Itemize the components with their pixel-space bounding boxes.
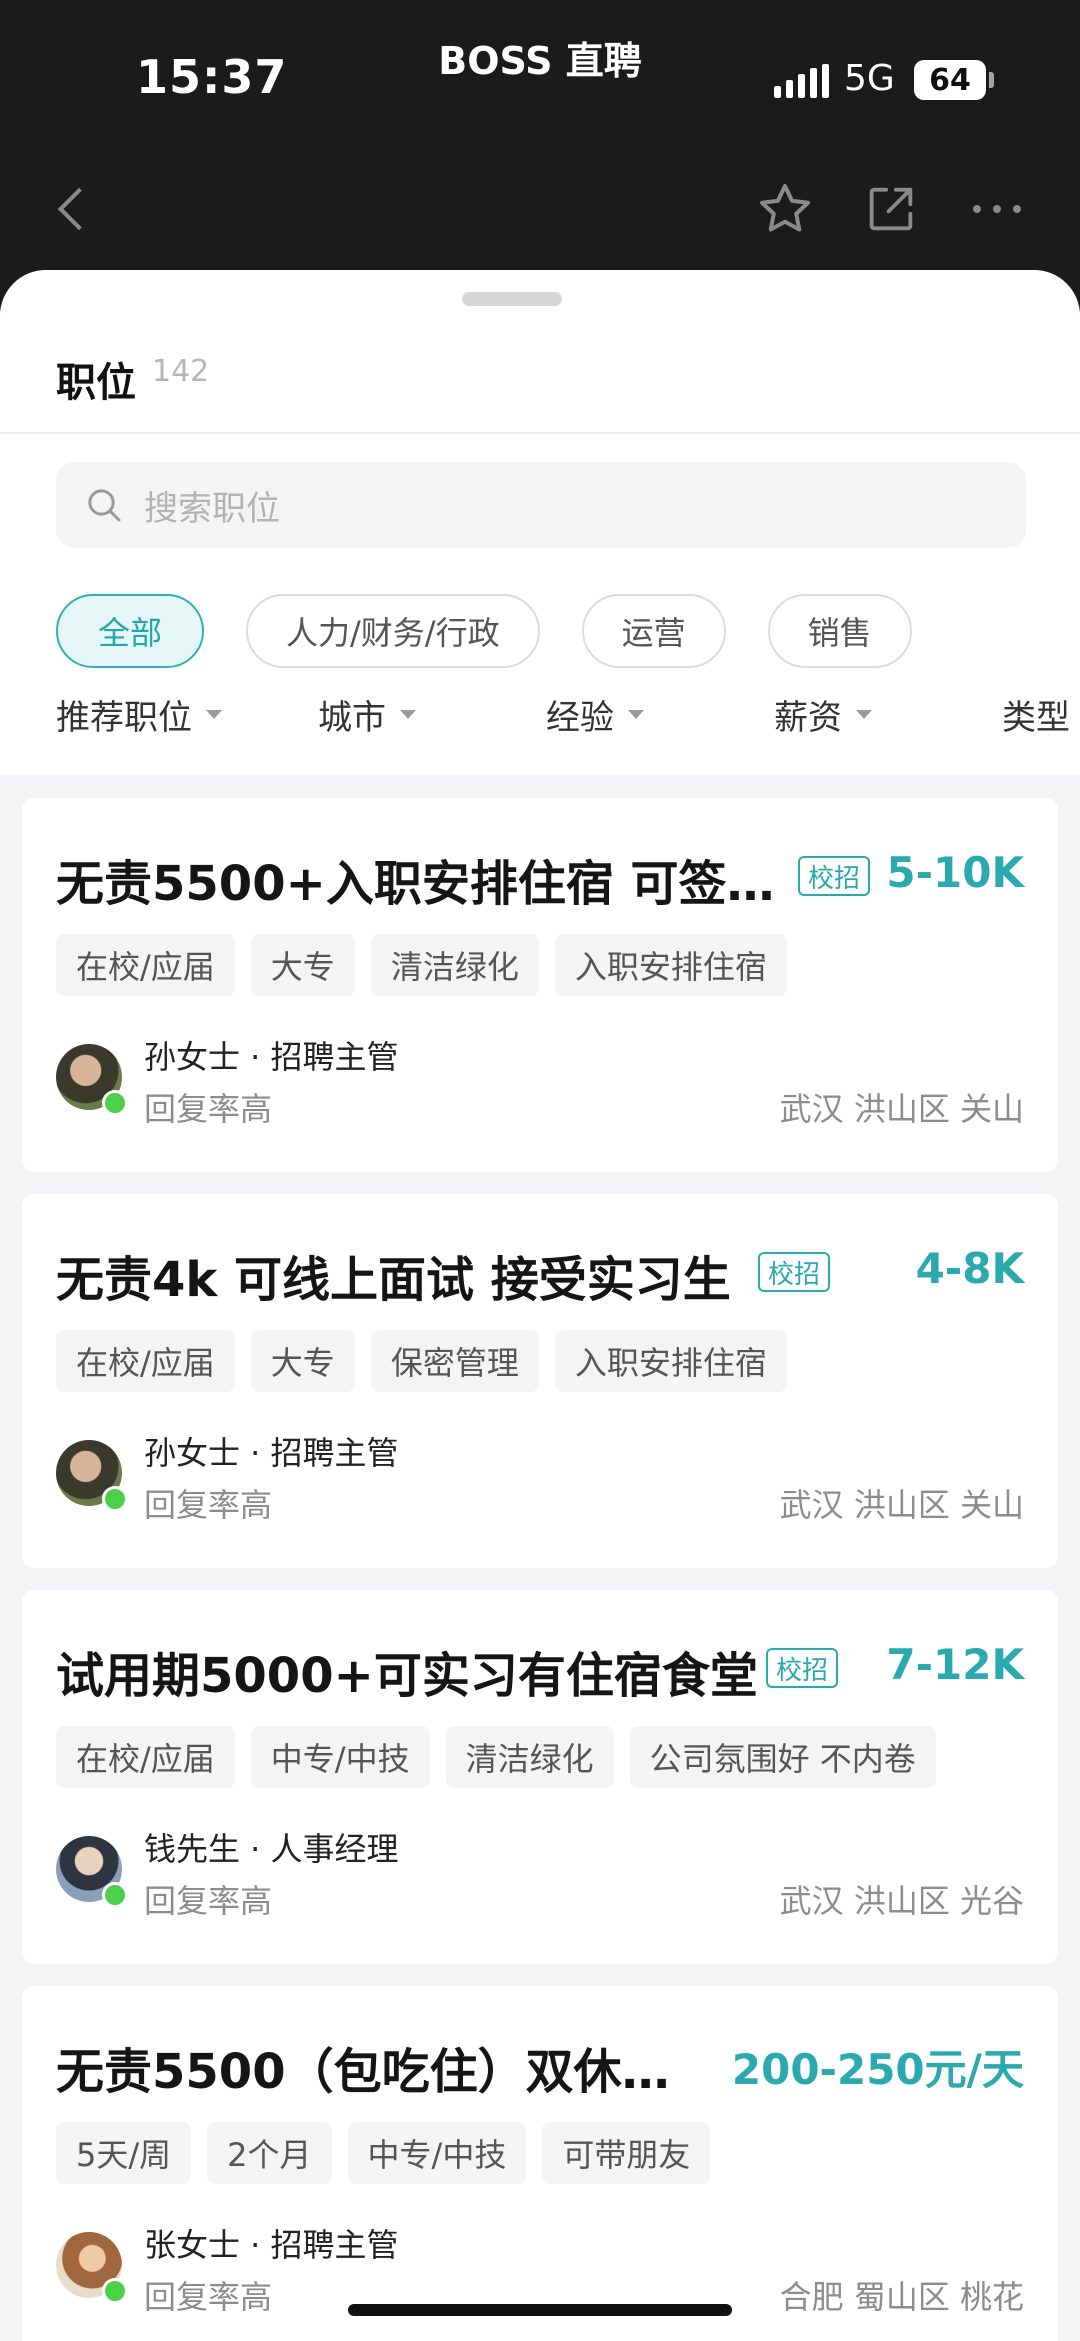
divider <box>0 432 1080 434</box>
job-tags: 在校/应届 大专 清洁绿化 入职安排住宿 <box>56 934 787 996</box>
job-card[interactable]: 无责5500（包吃住）双休… 200-250元/天 5天/周 2个月 中专/中技… <box>22 1986 1058 2341</box>
search-input[interactable]: 搜索职位 <box>56 462 1026 548</box>
recruiter-name: 孙女士 · 招聘主管 <box>144 1434 399 1472</box>
job-title: 无责5500（包吃住）双休… <box>56 2044 670 2100</box>
recruiter-name: 孙女士 · 招聘主管 <box>144 1038 399 1076</box>
job-tag: 公司氛围好 不内卷 <box>629 1726 936 1788</box>
status-bar: 15:37 BOSS 直聘 5G 64 <box>0 0 1080 150</box>
online-status-icon <box>102 1090 128 1116</box>
chip-sales[interactable]: 销售 <box>767 594 912 668</box>
job-tag: 5天/周 <box>56 2122 192 2184</box>
job-tag: 在校/应届 <box>56 1330 235 1392</box>
job-count: 142 <box>152 354 210 389</box>
caret-down-icon <box>856 710 872 719</box>
filter-label: 类型 <box>1002 698 1070 738</box>
job-title: 试用期5000+可实习有住宿食堂 <box>56 1648 758 1704</box>
job-tag: 入职安排住宿 <box>554 934 787 996</box>
job-tag: 大专 <box>250 1330 355 1392</box>
filter-experience[interactable]: 经验 <box>546 690 644 739</box>
job-tag: 中专/中技 <box>250 1726 430 1788</box>
signal-icon <box>774 64 829 98</box>
filter-recommended[interactable]: 推荐职位 <box>56 690 222 739</box>
nav-actions <box>752 176 1030 242</box>
reply-rate: 回复率高 <box>144 2278 273 2316</box>
online-status-icon <box>102 1486 128 1512</box>
search-icon <box>88 489 121 522</box>
jobs-sheet: 职位 142 搜索职位 全部 人力/财务/行政 运营 销售 推荐职位 城市 经验… <box>0 270 1080 2341</box>
job-salary: 200-250元/天 <box>731 2045 1024 2094</box>
job-tag: 清洁绿化 <box>445 1726 614 1788</box>
drag-handle[interactable] <box>462 292 562 306</box>
star-icon[interactable] <box>752 176 818 242</box>
home-indicator[interactable] <box>348 2304 732 2316</box>
caret-down-icon <box>628 710 644 719</box>
job-tags: 在校/应届 大专 保密管理 入职安排住宿 <box>56 1330 787 1392</box>
caret-down-icon <box>400 710 416 719</box>
filter-bar: 推荐职位 城市 经验 薪资 类型 <box>56 690 1080 750</box>
job-tag: 大专 <box>250 934 355 996</box>
job-card[interactable]: 无责5500+入职安排住宿 可签… 校招 5-10K 在校/应届 大专 清洁绿化… <box>22 798 1058 1172</box>
sheet-header: 职位 142 搜索职位 全部 人力/财务/行政 运营 销售 推荐职位 城市 经验… <box>0 270 1080 775</box>
job-tags: 在校/应届 中专/中技 清洁绿化 公司氛围好 不内卷 <box>56 1726 936 1788</box>
filter-type[interactable]: 类型 <box>1002 690 1070 739</box>
filter-label: 城市 <box>318 698 386 738</box>
job-location: 合肥 蜀山区 桃花 <box>779 2278 1024 2316</box>
filter-city[interactable]: 城市 <box>318 690 416 739</box>
back-icon[interactable] <box>52 184 92 234</box>
job-location: 武汉 洪山区 光谷 <box>779 1882 1024 1920</box>
job-salary: 4-8K <box>915 1244 1024 1293</box>
job-card[interactable]: 试用期5000+可实习有住宿食堂 校招 7-12K 在校/应届 中专/中技 清洁… <box>22 1590 1058 1964</box>
filter-salary[interactable]: 薪资 <box>774 690 872 739</box>
job-title: 无责5500+入职安排住宿 可签… <box>56 856 775 912</box>
chip-hr-finance-admin[interactable]: 人力/财务/行政 <box>246 594 540 668</box>
job-tag: 清洁绿化 <box>370 934 539 996</box>
network-type: 5G <box>844 58 895 99</box>
battery-icon: 64 <box>914 60 986 100</box>
recruiter-name: 钱先生 · 人事经理 <box>144 1830 399 1868</box>
job-tag: 在校/应届 <box>56 934 235 996</box>
online-status-icon <box>102 1882 128 1908</box>
job-tag: 中专/中技 <box>347 2122 527 2184</box>
chip-operations[interactable]: 运营 <box>581 594 726 668</box>
share-icon[interactable] <box>858 176 924 242</box>
online-status-icon <box>102 2278 128 2304</box>
filter-label: 推荐职位 <box>56 698 192 738</box>
campus-badge: 校招 <box>798 856 871 896</box>
chip-all[interactable]: 全部 <box>56 594 205 668</box>
campus-badge: 校招 <box>758 1252 831 1292</box>
campus-badge: 校招 <box>766 1648 839 1688</box>
more-icon[interactable] <box>964 176 1030 242</box>
search-placeholder: 搜索职位 <box>144 488 280 529</box>
sheet-title: 职位 <box>56 360 136 406</box>
filter-label: 经验 <box>546 698 614 738</box>
reply-rate: 回复率高 <box>144 1882 273 1920</box>
job-location: 武汉 洪山区 关山 <box>779 1486 1024 1524</box>
caret-down-icon <box>206 710 222 719</box>
job-tag: 保密管理 <box>370 1330 539 1392</box>
job-tag: 在校/应届 <box>56 1726 235 1788</box>
battery-level: 64 <box>929 62 971 98</box>
job-tag: 入职安排住宿 <box>554 1330 787 1392</box>
filter-label: 薪资 <box>774 698 842 738</box>
job-card[interactable]: 无责4k 可线上面试 接受实习生 校招 4-8K 在校/应届 大专 保密管理 入… <box>22 1194 1058 1568</box>
job-location: 武汉 洪山区 关山 <box>779 1090 1024 1128</box>
battery-tip <box>989 72 994 88</box>
reply-rate: 回复率高 <box>144 1486 273 1524</box>
job-tag: 可带朋友 <box>542 2122 711 2184</box>
reply-rate: 回复率高 <box>144 1090 273 1128</box>
job-salary: 7-12K <box>886 1640 1024 1689</box>
job-title: 无责4k 可线上面试 接受实习生 <box>56 1252 731 1308</box>
job-salary: 5-10K <box>886 848 1024 897</box>
job-tag: 2个月 <box>207 2122 332 2184</box>
recruiter-name: 张女士 · 招聘主管 <box>144 2226 399 2264</box>
job-tags: 5天/周 2个月 中专/中技 可带朋友 <box>56 2122 711 2184</box>
category-chips: 全部 人力/财务/行政 运营 销售 <box>56 594 912 668</box>
